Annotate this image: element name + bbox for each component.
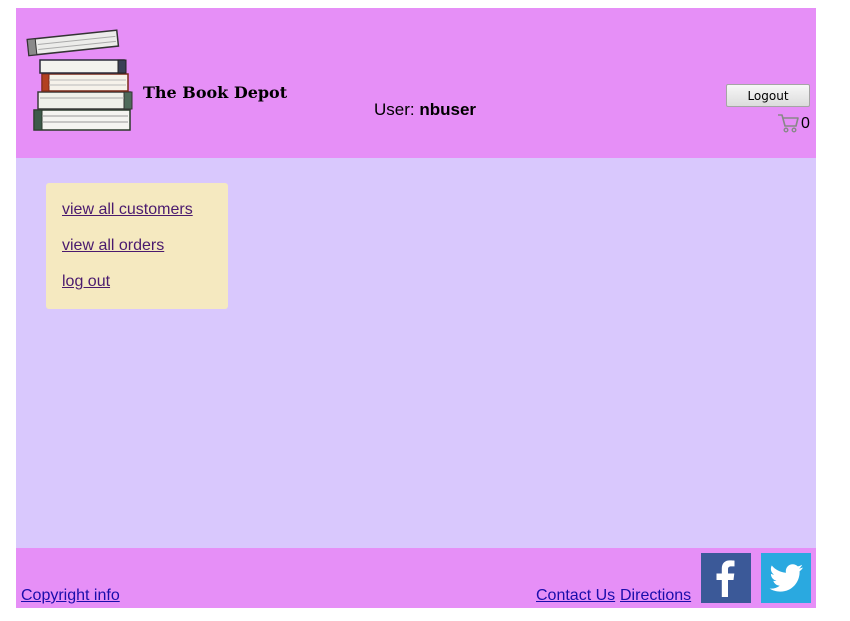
logout-button[interactable]: Logout bbox=[726, 84, 810, 107]
main-content: view all customers view all orders log o… bbox=[16, 158, 816, 548]
user-info: User: nbuser bbox=[374, 100, 476, 120]
page: The Book Depot User: nbuser Logout 0 vie… bbox=[16, 8, 816, 608]
contact-us-link[interactable]: Contact Us bbox=[536, 587, 615, 605]
directions-link[interactable]: Directions bbox=[620, 587, 691, 605]
username: nbuser bbox=[419, 100, 477, 119]
copyright-link[interactable]: Copyright info bbox=[21, 587, 120, 605]
menu-panel: view all customers view all orders log o… bbox=[46, 183, 228, 309]
twitter-icon[interactable] bbox=[761, 553, 811, 603]
facebook-icon[interactable] bbox=[701, 553, 751, 603]
shopping-cart-icon[interactable] bbox=[777, 112, 799, 134]
site-title: The Book Depot bbox=[143, 83, 288, 102]
header: The Book Depot User: nbuser Logout 0 bbox=[16, 8, 816, 158]
log-out-link[interactable]: log out bbox=[62, 273, 110, 291]
user-label: User: bbox=[374, 100, 415, 119]
book-stack-icon bbox=[26, 29, 133, 131]
cart-count: 0 bbox=[801, 115, 810, 132]
view-all-customers-link[interactable]: view all customers bbox=[62, 201, 193, 219]
view-all-orders-link[interactable]: view all orders bbox=[62, 237, 164, 255]
footer: Copyright info Contact Us Directions bbox=[16, 548, 816, 608]
